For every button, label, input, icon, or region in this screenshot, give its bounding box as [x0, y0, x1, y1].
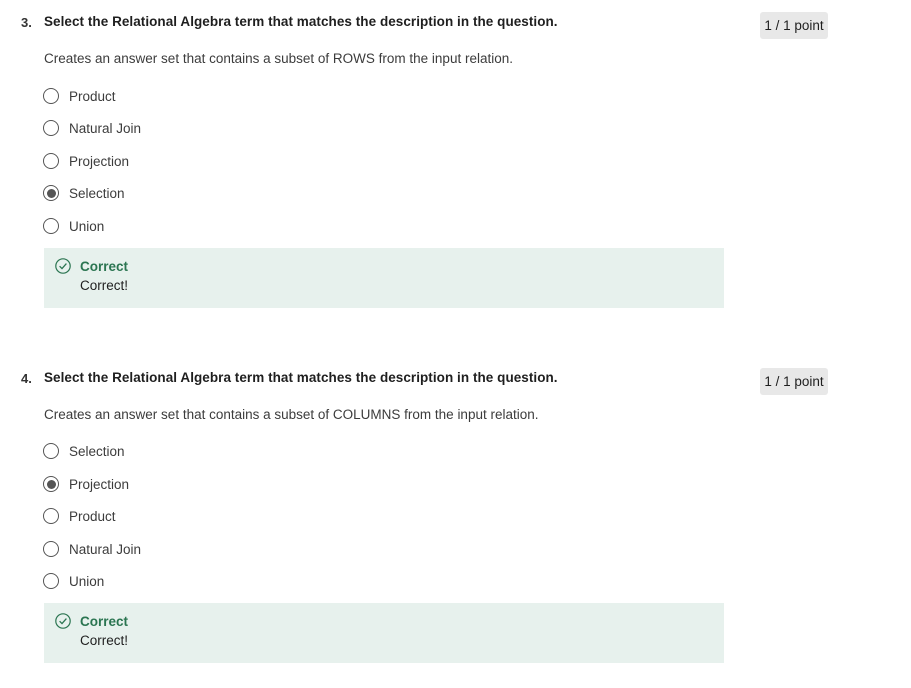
- option-projection[interactable]: Projection: [43, 153, 129, 169]
- question-number: 3.: [21, 15, 32, 30]
- feedback-text: Correct!: [80, 278, 129, 293]
- option-projection[interactable]: Projection: [43, 476, 129, 492]
- question-description: Creates an answer set that contains a su…: [44, 407, 539, 422]
- option-label: Projection: [69, 153, 130, 169]
- option-label: Union: [69, 573, 105, 589]
- option-label: Projection: [69, 476, 130, 492]
- option-product[interactable]: Product: [43, 508, 116, 524]
- option-label: Natural Join: [69, 541, 142, 557]
- check-circle-icon: [55, 258, 71, 274]
- radio-button[interactable]: [43, 508, 59, 524]
- radio-button[interactable]: [43, 573, 59, 589]
- option-label: Selection: [69, 443, 125, 459]
- feedback-title: Correct: [80, 259, 129, 274]
- option-union[interactable]: Union: [43, 573, 104, 589]
- radio-button[interactable]: [43, 541, 59, 557]
- option-label: Product: [69, 508, 116, 524]
- option-label: Natural Join: [69, 120, 142, 136]
- option-natural-join[interactable]: Natural Join: [43, 120, 141, 136]
- question-4: 4. Select the Relational Algebra term th…: [0, 356, 911, 676]
- radio-button[interactable]: [43, 153, 59, 169]
- question-prompt: Select the Relational Algebra term that …: [44, 14, 558, 29]
- question-number: 4.: [21, 371, 32, 386]
- radio-button[interactable]: [43, 443, 59, 459]
- score-badge: 1 / 1 point: [760, 12, 828, 39]
- question-prompt: Select the Relational Algebra term that …: [44, 370, 558, 385]
- feedback-text: Correct!: [80, 633, 129, 648]
- option-natural-join[interactable]: Natural Join: [43, 541, 141, 557]
- option-label: Product: [69, 88, 116, 104]
- question-3: 3. Select the Relational Algebra term th…: [0, 0, 911, 320]
- feedback-title: Correct: [80, 614, 129, 629]
- feedback-box: Correct Correct!: [44, 603, 724, 663]
- question-description: Creates an answer set that contains a su…: [44, 51, 513, 66]
- option-product[interactable]: Product: [43, 88, 116, 104]
- feedback-box: Correct Correct!: [44, 248, 724, 308]
- radio-button-selected[interactable]: [43, 476, 59, 492]
- radio-button[interactable]: [43, 120, 59, 136]
- check-circle-icon: [55, 613, 71, 629]
- score-badge: 1 / 1 point: [760, 368, 828, 395]
- option-label: Selection: [69, 185, 125, 201]
- option-selection[interactable]: Selection: [43, 185, 125, 201]
- option-label: Union: [69, 218, 105, 234]
- radio-button[interactable]: [43, 88, 59, 104]
- radio-button[interactable]: [43, 218, 59, 234]
- radio-button-selected[interactable]: [43, 185, 59, 201]
- option-union[interactable]: Union: [43, 218, 104, 234]
- option-selection[interactable]: Selection: [43, 443, 125, 459]
